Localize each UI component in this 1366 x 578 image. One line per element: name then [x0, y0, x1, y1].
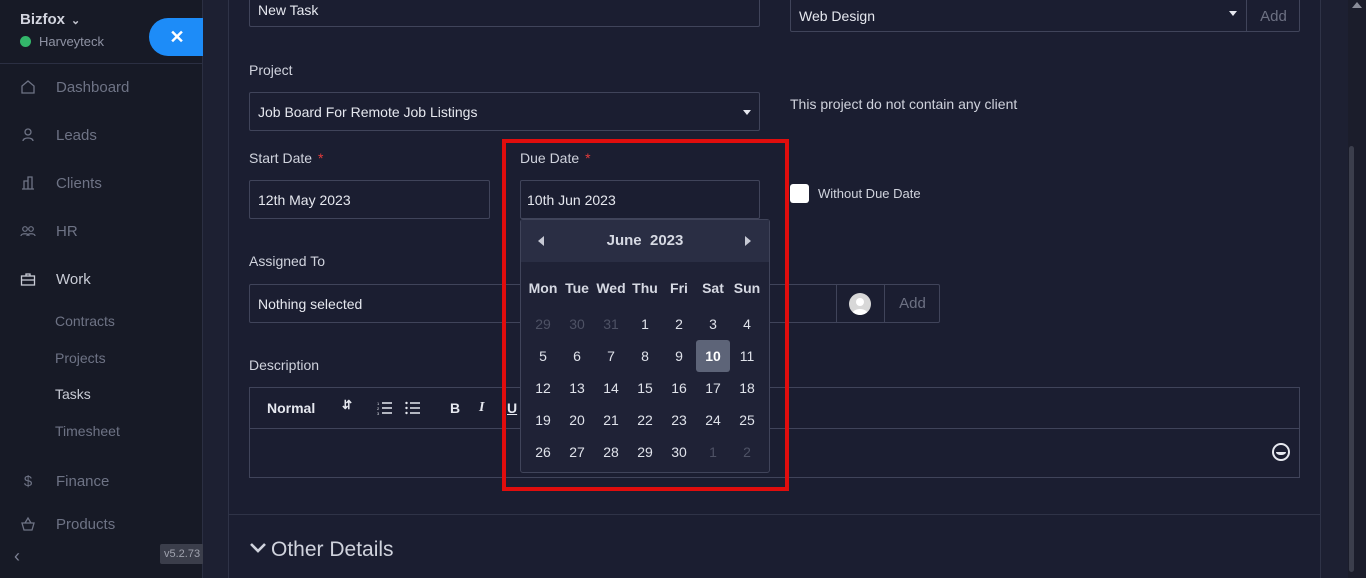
start-date-input[interactable]: 12th May 2023 [249, 180, 490, 219]
add-category-button[interactable]: Add [1246, 0, 1300, 31]
category-select[interactable]: Web Design Add [790, 0, 1300, 32]
required-mark: * [318, 150, 324, 166]
chevron-down-icon [249, 536, 267, 560]
sidebar-item-label: Leads [56, 126, 97, 144]
workspace-switcher[interactable]: Bizfox ⌄ [20, 11, 80, 28]
people-icon [20, 223, 36, 239]
project-label: Project [249, 62, 293, 78]
format-select[interactable]: Normal [267, 400, 315, 416]
task-title-value: New Task [258, 1, 319, 18]
task-title-input[interactable]: New Task [249, 0, 760, 27]
project-client-note: This project do not contain any client [790, 96, 1018, 112]
start-date-label: Start Date * [249, 150, 323, 166]
other-details-label: Other Details [271, 538, 394, 561]
assigned-to-value: Nothing selected [258, 295, 363, 312]
field-divider [836, 285, 837, 322]
avatar [849, 293, 871, 315]
sidebar-item-label: Clients [56, 174, 102, 192]
format-select-arrows-icon[interactable]: ⇵ [342, 398, 352, 412]
project-value: Job Board For Remote Job Listings [258, 103, 478, 120]
start-date-value: 12th May 2023 [258, 191, 351, 208]
emoji-icon[interactable] [1271, 442, 1291, 467]
app-root: { "sidebar": { "brand": "Bizfox", "org":… [0, 0, 1366, 578]
scrollbar-thumb[interactable] [1349, 146, 1354, 572]
start-date-label-text: Start Date [249, 150, 313, 166]
project-select[interactable]: Job Board For Remote Job Listings [249, 92, 760, 131]
sidebar-item-label: Dashboard [56, 78, 130, 96]
sidebar-item-leads[interactable]: Leads [0, 120, 203, 150]
without-due-date-label: Without Due Date [818, 186, 921, 201]
sidebar-item-label: Products [56, 515, 116, 533]
version-badge: v5.2.73 [160, 544, 205, 564]
collapse-sidebar-icon[interactable]: ‹ [14, 546, 20, 567]
sidebar-item-finance[interactable]: $ Finance [0, 466, 203, 496]
brand-name: Bizfox [20, 11, 65, 28]
section-divider [228, 514, 1321, 515]
sidebar-item-work[interactable]: Work [0, 264, 203, 294]
sidebar-subitem-contracts[interactable]: Contracts [55, 313, 115, 329]
caret-down-icon [1229, 11, 1237, 16]
home-icon [20, 79, 36, 95]
other-details-toggle[interactable]: Other Details [249, 536, 394, 562]
sidebar-item-label: Finance [56, 472, 110, 490]
online-status-icon [20, 36, 31, 47]
description-label: Description [249, 357, 320, 373]
scroll-up-icon[interactable] [1352, 2, 1362, 8]
caret-down-icon [743, 110, 751, 115]
chevron-down-icon: ⌄ [71, 15, 81, 27]
without-due-date-checkbox[interactable] [790, 184, 809, 203]
italic-icon[interactable]: I [479, 400, 484, 416]
sidebar-item-dashboard[interactable]: Dashboard [0, 72, 203, 102]
sidebar-item-hr[interactable]: HR [0, 216, 203, 246]
add-assignee-button[interactable]: Add [884, 285, 940, 322]
user-icon [20, 127, 36, 143]
svg-text:3: 3 [377, 411, 380, 415]
close-button[interactable]: ✕ [149, 18, 205, 56]
sidebar-subitem-tasks[interactable]: Tasks [55, 386, 91, 402]
dollar-icon: $ [23, 472, 33, 490]
sidebar-item-label: Work [56, 270, 91, 288]
bullet-list-icon[interactable] [405, 401, 421, 420]
org-status: Harveyteck [20, 34, 104, 49]
highlight-box [502, 139, 789, 491]
sidebar-subitem-projects[interactable]: Projects [55, 350, 106, 366]
ordered-list-icon[interactable]: 123 [377, 401, 393, 420]
sidebar-item-clients[interactable]: Clients [0, 168, 203, 198]
category-value: Web Design [799, 8, 876, 24]
sidebar-item-products[interactable]: Products [0, 514, 203, 534]
sidebar: Bizfox ⌄ Harveyteck Dashboard Leads Clien… [0, 0, 205, 578]
building-icon [20, 175, 36, 191]
sidebar-divider [0, 63, 203, 64]
assigned-to-label: Assigned To [249, 253, 326, 269]
basket-icon [20, 516, 36, 532]
org-name: Harveyteck [39, 34, 105, 49]
sidebar-subitem-timesheet[interactable]: Timesheet [55, 423, 120, 439]
bold-icon[interactable]: B [450, 400, 460, 416]
sidebar-item-label: HR [56, 222, 78, 240]
briefcase-icon [20, 271, 36, 287]
